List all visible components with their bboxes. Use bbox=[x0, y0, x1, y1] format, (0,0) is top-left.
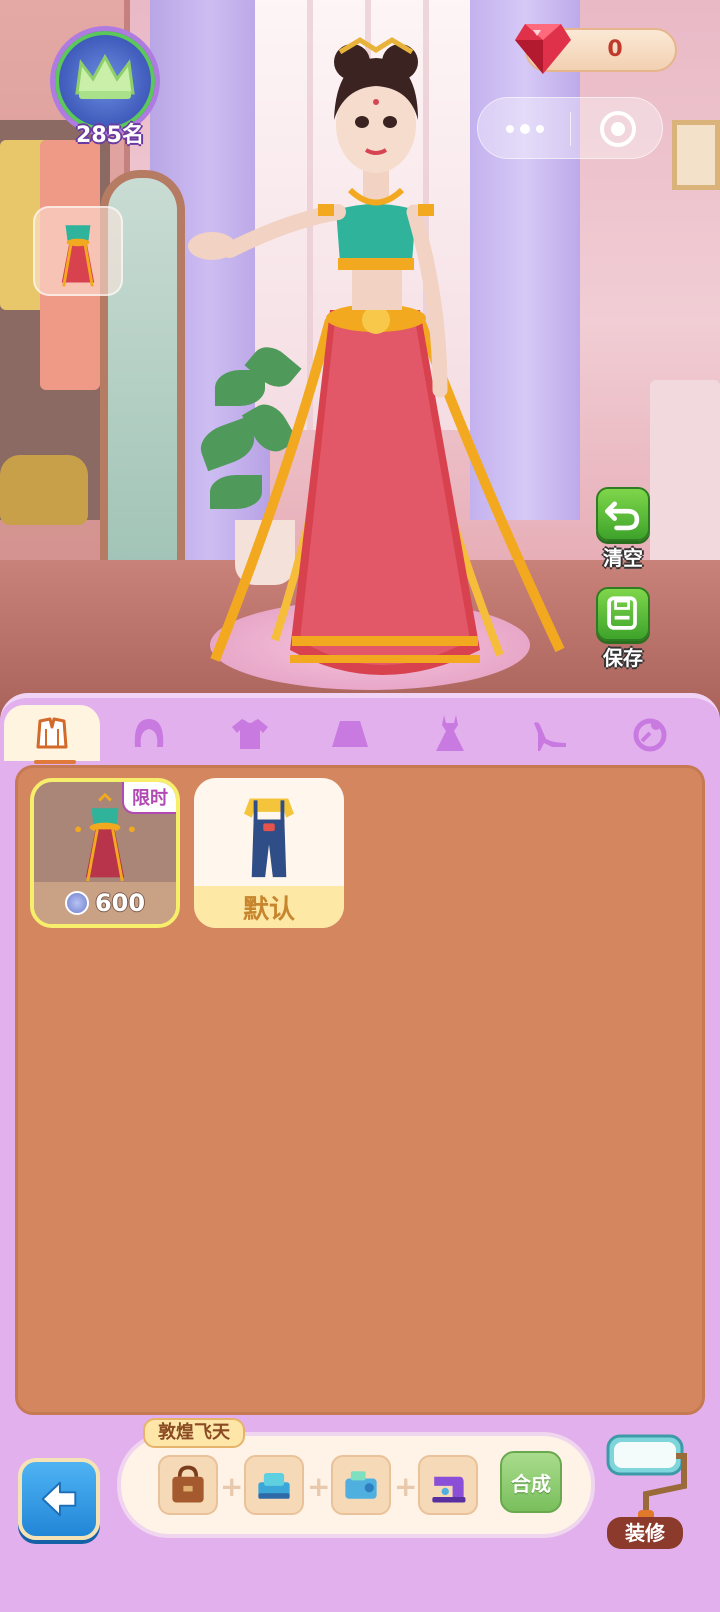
outfit-preview-icon bbox=[61, 225, 95, 287]
clothing-coin-icon bbox=[64, 891, 89, 915]
rank-badge[interactable]: 285名 bbox=[50, 26, 160, 148]
item-image bbox=[194, 778, 344, 888]
item-price: 600 bbox=[34, 882, 176, 924]
back-arrow-icon bbox=[41, 1481, 77, 1517]
sewing-tool-icon bbox=[345, 1471, 377, 1499]
item-label: 默认 bbox=[194, 886, 344, 928]
accessory-icon bbox=[633, 718, 667, 752]
active-tab-indicator bbox=[34, 760, 76, 764]
material-slot-fabric[interactable] bbox=[244, 1455, 304, 1515]
hair-icon bbox=[134, 719, 164, 747]
limited-time-tag: 限时 bbox=[122, 782, 176, 814]
skirt-icon bbox=[332, 721, 368, 747]
plus-sign: + bbox=[220, 1470, 244, 1503]
category-tabbar bbox=[0, 700, 720, 764]
gem-count: 0 bbox=[607, 37, 623, 62]
overalls-outfit-icon bbox=[244, 798, 294, 878]
clear-outfit-button[interactable] bbox=[596, 487, 650, 541]
ruby-gem-icon bbox=[515, 24, 571, 74]
tab-hair[interactable] bbox=[101, 705, 197, 761]
save-disk-icon bbox=[607, 596, 637, 630]
undo-arrow-icon bbox=[604, 501, 640, 531]
fabric-roll-icon bbox=[258, 1473, 290, 1499]
plus-sign: + bbox=[307, 1470, 331, 1503]
tab-bottom[interactable] bbox=[302, 705, 398, 761]
material-slot-machine[interactable] bbox=[331, 1455, 391, 1515]
capsule-divider bbox=[570, 112, 571, 146]
tab-outfit-set[interactable] bbox=[4, 705, 100, 764]
plus-sign: + bbox=[394, 1470, 418, 1503]
more-menu-button[interactable] bbox=[500, 112, 550, 146]
shirt-icon bbox=[232, 719, 268, 749]
back-button[interactable] bbox=[18, 1458, 100, 1540]
material-slot-handbag[interactable] bbox=[158, 1455, 218, 1515]
mini-program-capsule bbox=[477, 97, 663, 159]
crown-icon bbox=[75, 53, 135, 99]
clear-label: 清空 bbox=[603, 546, 643, 570]
default-item-label: 默认 bbox=[242, 894, 295, 925]
item-card-dunhuang[interactable]: 600 限时 bbox=[30, 778, 180, 928]
tab-top[interactable] bbox=[202, 705, 298, 761]
high-heel-icon bbox=[534, 722, 566, 751]
leather-bag-icon bbox=[172, 1465, 204, 1503]
tab-dress[interactable] bbox=[402, 705, 498, 761]
tab-shoes[interactable] bbox=[502, 705, 598, 761]
item-card-default[interactable]: 默认 bbox=[194, 778, 344, 928]
current-outfit-thumbnail[interactable] bbox=[33, 206, 123, 296]
save-label: 保存 bbox=[603, 646, 643, 670]
synthesize-button[interactable]: 合成 bbox=[500, 1451, 562, 1513]
craft-recipe-title: 敦煌飞天 bbox=[143, 1418, 245, 1448]
material-slot-sewing-machine[interactable] bbox=[418, 1455, 478, 1515]
rank-label: 285名 bbox=[76, 123, 144, 148]
tab-accessory[interactable] bbox=[602, 705, 698, 761]
item-price-value: 600 bbox=[94, 889, 146, 917]
dress-icon bbox=[436, 715, 464, 751]
exit-mini-program-button[interactable] bbox=[600, 111, 636, 147]
save-outfit-button[interactable] bbox=[596, 587, 650, 641]
sewing-machine-icon bbox=[432, 1476, 466, 1503]
outfit-set-icon bbox=[36, 717, 68, 749]
decorate-label: 装修 bbox=[607, 1517, 683, 1549]
